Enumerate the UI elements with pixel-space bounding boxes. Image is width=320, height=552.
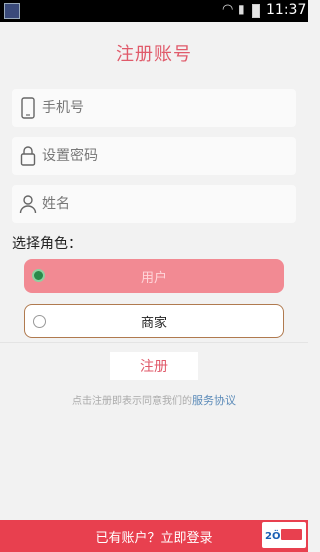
status-bar: ◠ ▮ 11:37 bbox=[0, 0, 308, 22]
role-option-user[interactable]: 用户 bbox=[24, 259, 284, 293]
phone-field[interactable] bbox=[12, 89, 296, 127]
divider bbox=[0, 342, 308, 343]
lock-icon bbox=[18, 145, 38, 167]
role-option-label: 商家 bbox=[140, 315, 167, 331]
user-icon bbox=[18, 193, 38, 215]
wifi-icon: ◠ bbox=[222, 2, 234, 17]
role-option-label: 用户 bbox=[140, 270, 167, 286]
signal-icon: ▮ bbox=[238, 2, 245, 16]
agreement-text: 点击注册即表示同意我们的服务协议 bbox=[0, 392, 308, 408]
register-button[interactable]: 注册 bbox=[110, 352, 198, 380]
name-input[interactable] bbox=[42, 196, 282, 212]
clock: 11:37 bbox=[266, 2, 307, 18]
radio-checked-icon bbox=[32, 269, 45, 282]
role-option-merchant[interactable]: 商家 bbox=[24, 304, 284, 338]
phone-input[interactable] bbox=[42, 100, 282, 116]
password-input[interactable] bbox=[42, 148, 282, 164]
watermark-logo: 2Ö bbox=[262, 522, 306, 548]
battery-icon bbox=[252, 4, 260, 18]
radio-unchecked-icon bbox=[33, 315, 46, 328]
app-notification-icon bbox=[4, 3, 20, 19]
phone-icon bbox=[18, 97, 38, 119]
page-title: 注册账号 bbox=[116, 44, 192, 65]
svg-text:2Ö: 2Ö bbox=[265, 528, 280, 542]
service-agreement-link[interactable]: 服务协议 bbox=[192, 394, 236, 407]
agreement-prefix: 点击注册即表示同意我们的 bbox=[72, 396, 192, 407]
password-field[interactable] bbox=[12, 137, 296, 175]
name-field[interactable] bbox=[12, 185, 296, 223]
login-link-text: 已有账户？立即登录 bbox=[95, 530, 213, 546]
role-label: 选择角色： bbox=[12, 236, 82, 252]
